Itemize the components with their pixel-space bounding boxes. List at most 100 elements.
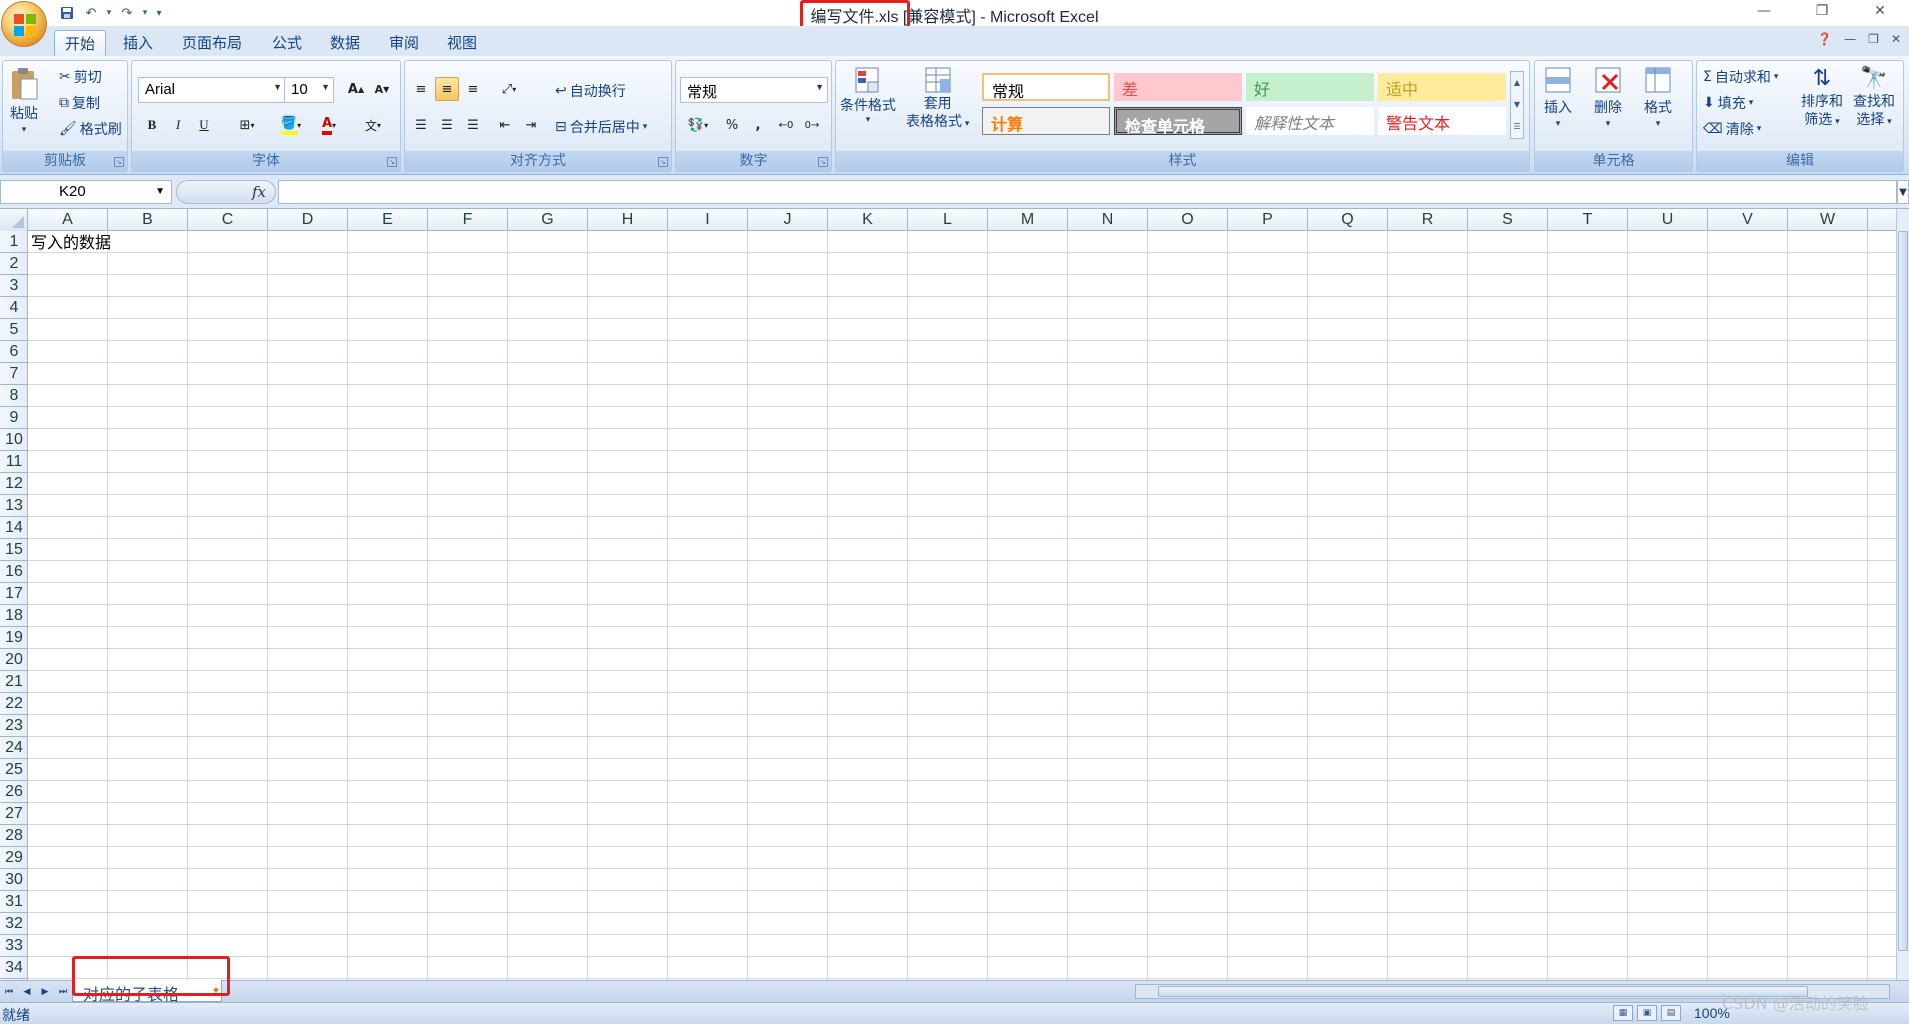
row-header-16[interactable]: 16: [0, 561, 28, 583]
shrink-font-button[interactable]: A ▼: [370, 77, 394, 101]
paste-button[interactable]: 粘贴 ▾: [9, 67, 39, 135]
row-header-7[interactable]: 7: [0, 363, 28, 385]
row-header-26[interactable]: 26: [0, 781, 28, 803]
name-box[interactable]: K20 ▼: [0, 180, 172, 204]
comma-button[interactable]: ,: [746, 113, 770, 137]
row-header-33[interactable]: 33: [0, 935, 28, 957]
row-header-6[interactable]: 6: [0, 341, 28, 363]
row-header-24[interactable]: 24: [0, 737, 28, 759]
decrease-indent-button[interactable]: ⇤: [493, 113, 517, 137]
align-middle-button[interactable]: ≡: [435, 77, 459, 101]
insert-function-icon[interactable]: fx: [252, 183, 266, 201]
font-size-combo[interactable]: 10 ▼: [284, 77, 334, 103]
bold-button[interactable]: B: [140, 113, 164, 137]
row-header-1[interactable]: 1: [0, 231, 28, 253]
column-header-v[interactable]: V: [1708, 209, 1788, 231]
row-header-15[interactable]: 15: [0, 539, 28, 561]
row-header-30[interactable]: 30: [0, 869, 28, 891]
cell-a1[interactable]: 写入的数据: [31, 232, 111, 253]
style-calculation[interactable]: 计算: [982, 107, 1110, 135]
clipboard-launcher-icon[interactable]: ↘: [114, 157, 124, 167]
row-header-4[interactable]: 4: [0, 297, 28, 319]
normal-view-icon[interactable]: ▦: [1613, 1005, 1633, 1021]
style-normal[interactable]: 常规: [982, 73, 1110, 101]
column-header-i[interactable]: I: [668, 209, 748, 231]
percent-button[interactable]: %: [720, 113, 744, 137]
row-header-19[interactable]: 19: [0, 627, 28, 649]
ribbon-restore-icon[interactable]: ❐: [1868, 32, 1879, 46]
restore-icon[interactable]: ❐: [1793, 0, 1851, 22]
ribbon-close-icon[interactable]: ✕: [1891, 32, 1901, 46]
row-header-21[interactable]: 21: [0, 671, 28, 693]
last-sheet-icon[interactable]: ⏭: [56, 985, 70, 999]
merge-center-button[interactable]: ⊟ 合并后居中 ▾: [555, 117, 647, 137]
find-select-button[interactable]: 🔭 查找和 选择 ▾: [1853, 65, 1895, 131]
number-format-combo[interactable]: 常规 ▼: [680, 77, 828, 103]
column-header-l[interactable]: L: [908, 209, 988, 231]
column-header-c[interactable]: C: [188, 209, 268, 231]
column-header-d[interactable]: D: [268, 209, 348, 231]
currency-button[interactable]: 💱 ▾: [680, 113, 716, 137]
style-bad[interactable]: 差: [1114, 73, 1242, 101]
next-sheet-icon[interactable]: ▶: [38, 985, 52, 999]
column-header-f[interactable]: F: [428, 209, 508, 231]
borders-button[interactable]: ⊞ ▾: [230, 113, 264, 137]
align-center-button[interactable]: ☰: [435, 113, 459, 137]
column-header-q[interactable]: Q: [1308, 209, 1388, 231]
row-header-10[interactable]: 10: [0, 429, 28, 451]
cell-area[interactable]: [28, 231, 1896, 980]
copy-button[interactable]: ⧉ 复制: [59, 93, 100, 113]
format-painter-button[interactable]: 🖌 格式刷: [59, 119, 122, 139]
column-header-g[interactable]: G: [508, 209, 588, 231]
horizontal-scroll-thumb[interactable]: [1158, 986, 1808, 997]
row-header-8[interactable]: 8: [0, 385, 28, 407]
column-header-a[interactable]: A: [28, 209, 108, 231]
formula-input[interactable]: [278, 180, 1897, 204]
tab-view[interactable]: 视图: [437, 30, 487, 56]
column-header-p[interactable]: P: [1228, 209, 1308, 231]
row-header-29[interactable]: 29: [0, 847, 28, 869]
tab-insert[interactable]: 插入: [113, 30, 163, 56]
column-header-w[interactable]: W: [1788, 209, 1868, 231]
delete-cells-button[interactable]: 删除 ▾: [1593, 65, 1623, 129]
row-header-2[interactable]: 2: [0, 253, 28, 275]
format-as-table-button[interactable]: 套用 表格格式 ▾: [906, 65, 969, 133]
row-header-18[interactable]: 18: [0, 605, 28, 627]
page-layout-view-icon[interactable]: ▣: [1637, 1005, 1657, 1021]
row-header-11[interactable]: 11: [0, 451, 28, 473]
clear-button[interactable]: ⌫ 清除 ▾: [1703, 119, 1761, 139]
select-all-button[interactable]: [0, 209, 28, 231]
prev-sheet-icon[interactable]: ◀: [20, 985, 34, 999]
format-cells-button[interactable]: 格式 ▾: [1643, 65, 1673, 129]
name-box-dropdown-icon[interactable]: ▼: [155, 186, 165, 197]
autosum-button[interactable]: Σ 自动求和 ▾: [1703, 67, 1778, 87]
row-header-22[interactable]: 22: [0, 693, 28, 715]
close-icon[interactable]: ✕: [1851, 0, 1909, 22]
styles-gallery-scroll[interactable]: ▲ ▼ ☰: [1510, 71, 1524, 139]
sort-filter-button[interactable]: ⇅ 排序和 筛选 ▾: [1801, 65, 1843, 131]
align-bottom-button[interactable]: ≡: [461, 77, 485, 101]
increase-indent-button[interactable]: ⇥: [519, 113, 543, 137]
insert-cells-button[interactable]: 插入 ▾: [1543, 65, 1573, 129]
grow-font-button[interactable]: A ▲: [344, 77, 368, 101]
paste-dropdown-icon[interactable]: ▾: [22, 125, 27, 135]
tab-review[interactable]: 审阅: [379, 30, 429, 56]
column-header-e[interactable]: E: [348, 209, 428, 231]
orientation-button[interactable]: ⤢ ▾: [491, 77, 527, 101]
style-good[interactable]: 好: [1246, 73, 1374, 101]
row-header-12[interactable]: 12: [0, 473, 28, 495]
column-header-t[interactable]: T: [1548, 209, 1628, 231]
row-header-32[interactable]: 32: [0, 913, 28, 935]
tab-data[interactable]: 数据: [320, 30, 370, 56]
alignment-launcher-icon[interactable]: ↘: [658, 157, 668, 167]
phonetic-button[interactable]: 文 ▾: [356, 113, 390, 137]
style-neutral[interactable]: 适中: [1378, 73, 1506, 101]
wrap-text-button[interactable]: ↩ 自动换行: [555, 81, 626, 101]
style-warning[interactable]: 警告文本: [1378, 107, 1506, 135]
italic-button[interactable]: I: [166, 113, 190, 137]
row-header-3[interactable]: 3: [0, 275, 28, 297]
first-sheet-icon[interactable]: ⏮: [2, 985, 16, 999]
font-color-button[interactable]: A ▾: [312, 113, 346, 137]
row-header-28[interactable]: 28: [0, 825, 28, 847]
row-header-17[interactable]: 17: [0, 583, 28, 605]
